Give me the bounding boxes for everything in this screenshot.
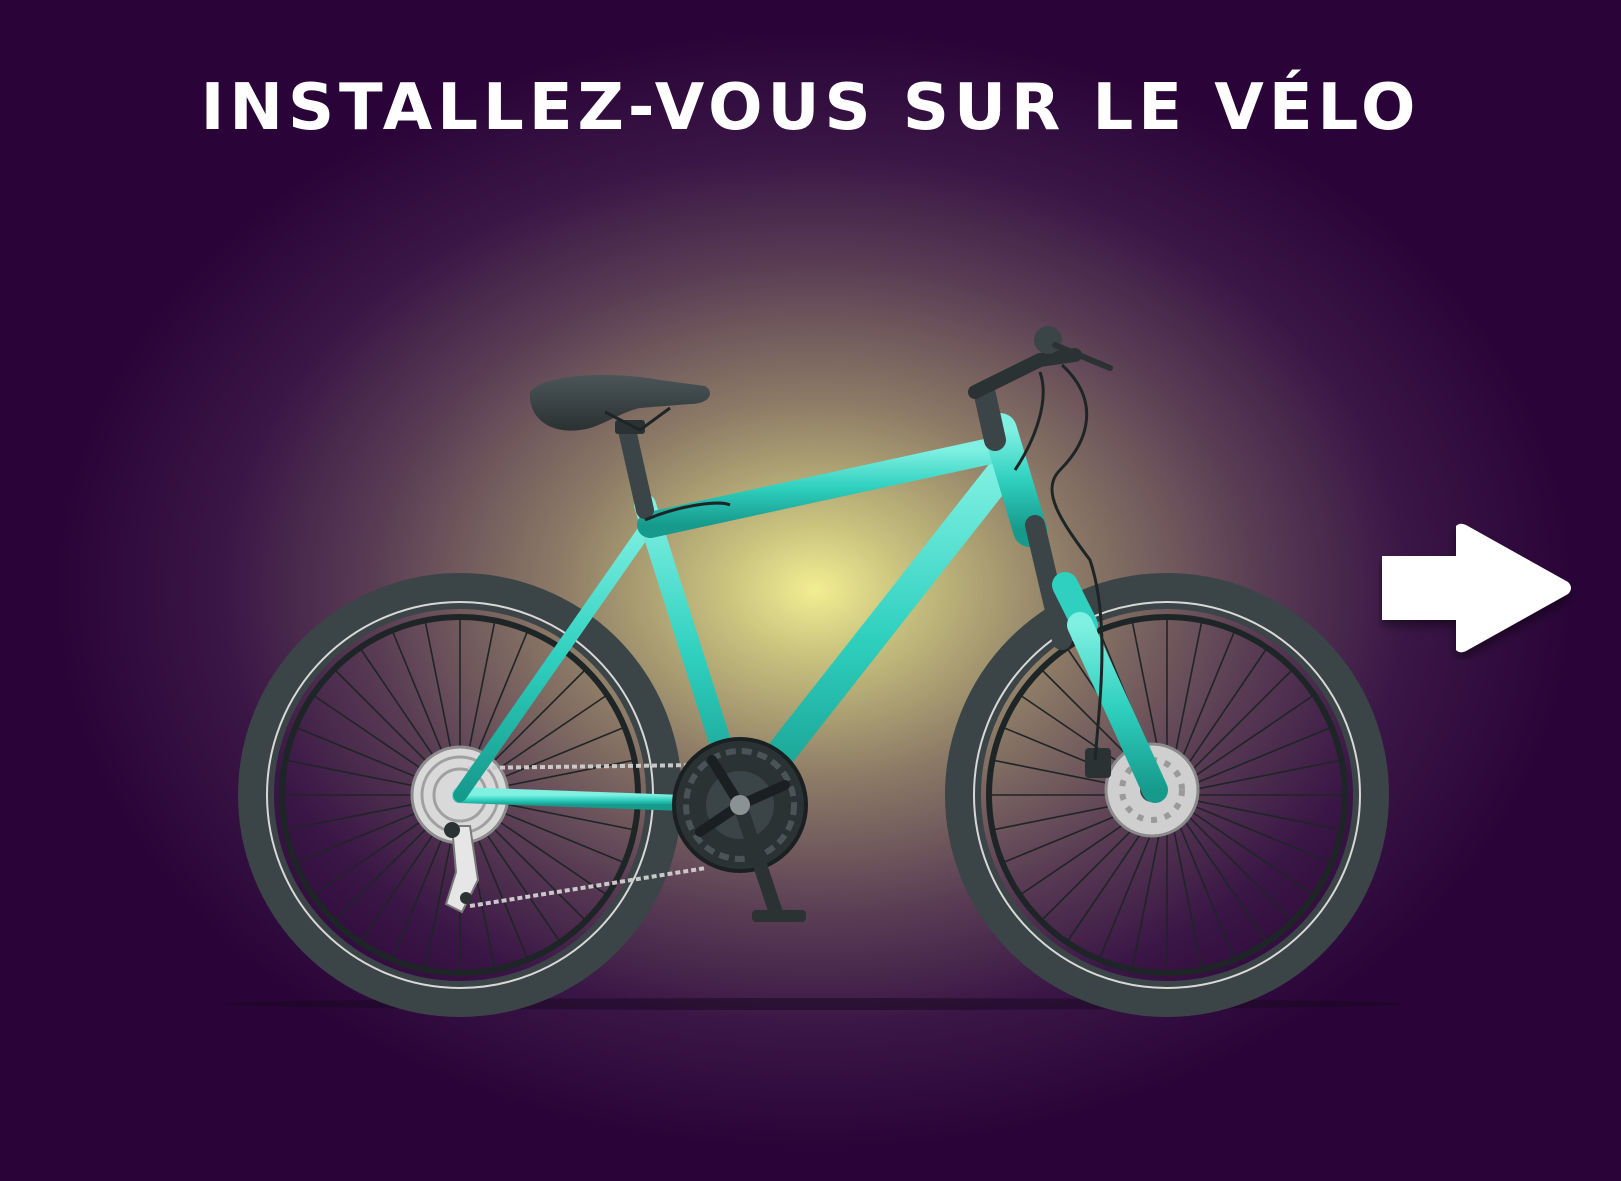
screen: INSTALLEZ-VOUS SUR LE VÉLO <box>0 0 1621 1181</box>
crankset <box>672 737 808 922</box>
next-arrow-button[interactable] <box>1378 520 1578 660</box>
arrow-right-icon <box>1382 523 1571 653</box>
saddle <box>529 375 710 519</box>
